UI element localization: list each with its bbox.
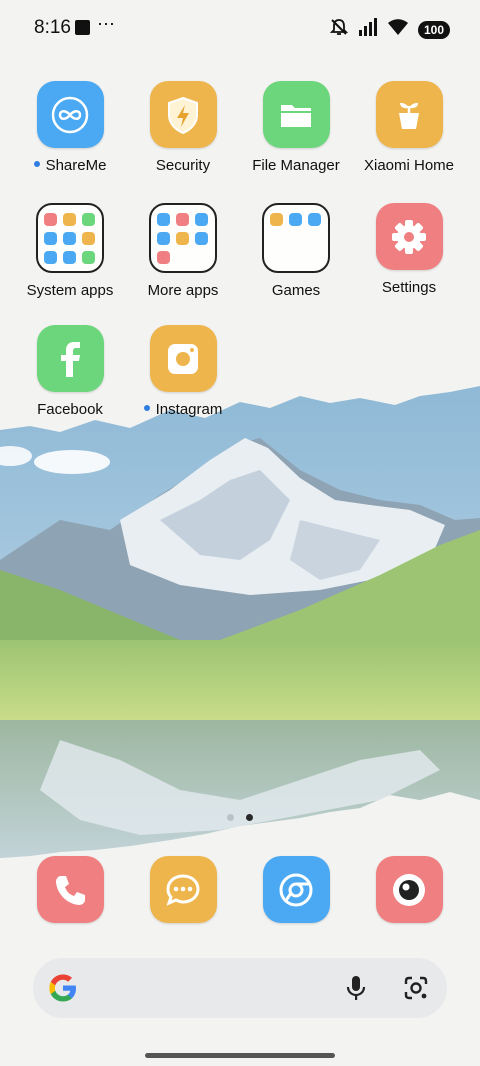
google-search-bar[interactable] [33,958,447,1018]
app-mini-icon [63,250,76,264]
status-bar: 8:16 ⋯ 100 [0,0,480,56]
infinity-loop-icon [36,81,104,148]
app-file-manager[interactable]: File Manager [236,81,356,174]
dock-phone[interactable] [10,856,130,923]
microphone-icon[interactable] [345,975,367,1006]
app-mini-icon [289,212,302,226]
app-label: ShareMe [45,157,107,174]
app-security[interactable]: Security [123,81,243,174]
signal-icon [358,18,378,41]
camera-icon [149,325,217,392]
notification-square-icon [75,20,90,35]
app-label: Games [271,282,321,299]
app-mini-icon [176,212,189,226]
app-label: File Manager [252,157,340,174]
dock-messages[interactable] [123,856,243,923]
dock-camera[interactable] [349,856,469,923]
shield-bolt-icon [149,81,217,148]
folder-preview [36,203,104,273]
folder-icon [262,81,330,148]
google-g-icon[interactable] [46,971,80,1010]
app-mini-icon [195,212,208,226]
page-dot[interactable] [227,814,234,821]
app-label: Settings [381,279,437,296]
gear-icon [375,203,443,270]
app-facebook[interactable]: Facebook [10,325,130,418]
new-badge-dot [33,161,40,168]
folder-system-apps[interactable]: System apps [10,203,130,299]
app-mini-icon [176,231,189,245]
app-settings[interactable]: Settings [349,203,469,296]
app-mini-icon [63,212,76,226]
app-mini-icon [82,212,95,226]
app-label: Security [155,157,211,174]
lens-icon[interactable] [403,975,429,1006]
message-icon [149,856,217,923]
app-mini-icon [195,231,208,245]
mute-icon [329,17,349,42]
status-icons: 100 [329,17,450,42]
camera-lens-icon [375,856,443,923]
app-mini-icon [157,212,170,226]
app-xiaomi-home[interactable]: Xiaomi Home [349,81,469,174]
app-instagram[interactable]: Instagram [123,325,243,418]
wifi-icon [387,18,409,41]
app-mini-icon [44,250,57,264]
home-gesture-bar[interactable] [145,1053,335,1058]
app-mini-icon [82,231,95,245]
app-label: Xiaomi Home [363,157,455,174]
battery-indicator: 100 [418,20,450,39]
plant-pot-icon [375,81,443,148]
folder-preview [262,203,330,273]
app-label: Facebook [37,401,103,418]
page-dot-active[interactable] [246,814,253,821]
app-mini-icon [157,231,170,245]
folder-games[interactable]: Games [236,203,356,299]
app-label: System apps [26,282,114,299]
app-label: Instagram [155,401,223,418]
new-badge-dot [143,405,150,412]
phone-icon [36,856,104,923]
app-mini-icon [82,250,95,264]
dock-browser[interactable] [236,856,356,923]
app-mini-icon [270,212,283,226]
facebook-f-icon [36,325,104,392]
folder-more-apps[interactable]: More apps [123,203,243,299]
app-mini-icon [308,212,321,226]
page-indicator [0,808,480,826]
app-mini-icon [157,250,170,264]
app-mini-icon [44,231,57,245]
app-label: More apps [147,282,219,299]
app-shareme[interactable]: ShareMe [10,81,130,174]
status-time: 8:16 [34,17,71,38]
app-mini-icon [44,212,57,226]
app-mini-icon [63,231,76,245]
more-notifications-icon: ⋯ [97,14,115,34]
browser-icon [262,856,330,923]
folder-preview [149,203,217,273]
